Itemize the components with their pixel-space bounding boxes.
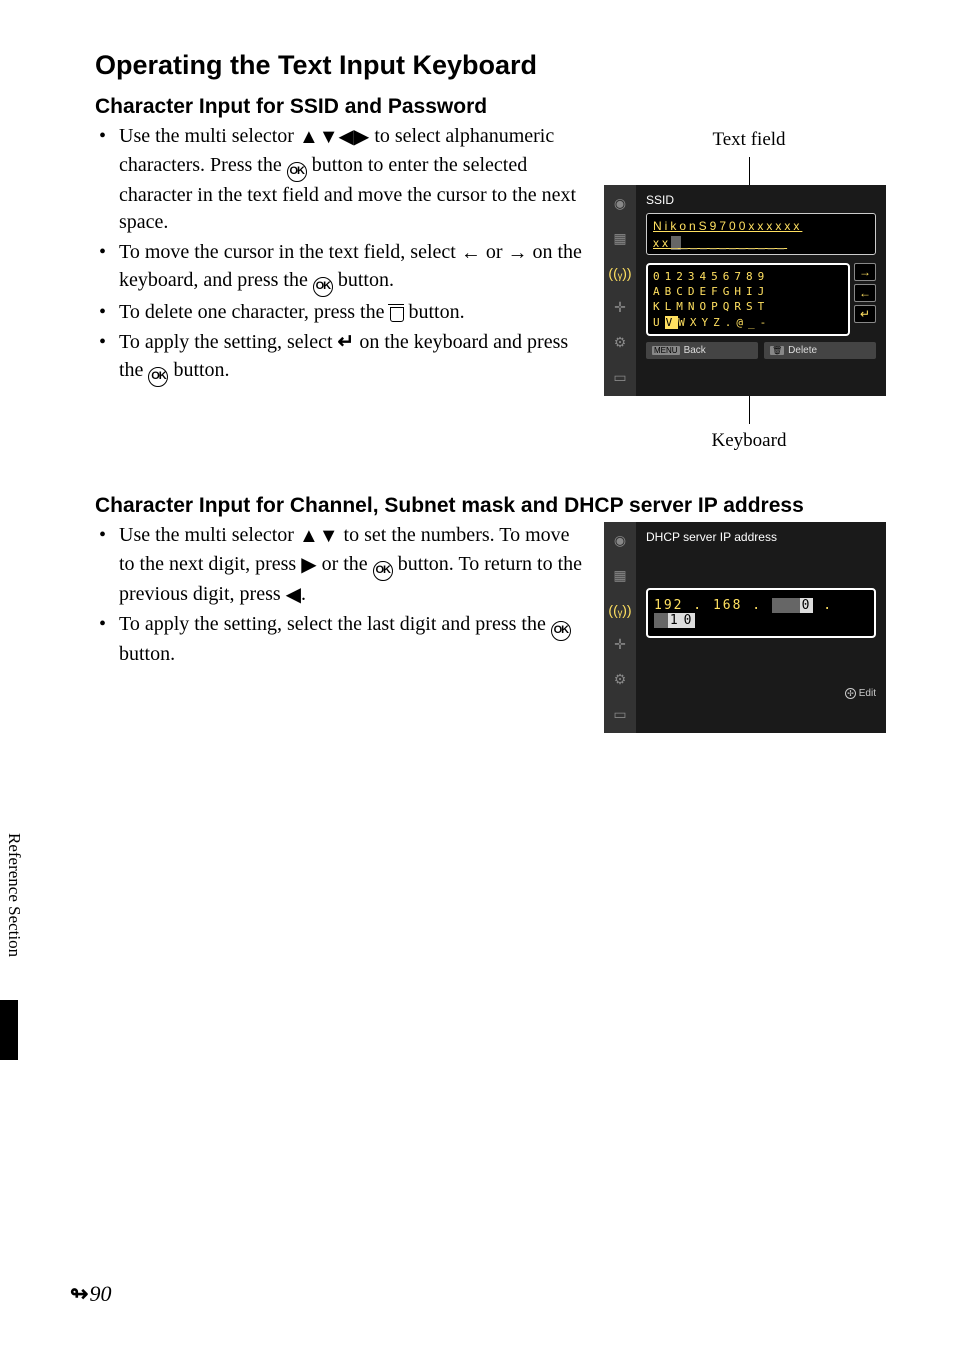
enter-icon: ↵ [338,329,355,357]
kbd-left-icon: ← [854,284,876,302]
kbd-enter-icon: ↵ [854,305,876,323]
ip-digit: 1 [668,613,682,628]
text-field: NikonS9700xxxxxx xx____________ [646,213,876,255]
ok-button-icon: OK [373,561,393,581]
up-down-left-right-icon: ▲▼◀▶ [299,124,369,152]
section1-title: Character Input for SSID and Password [95,95,894,119]
ok-button-icon: OK [148,367,168,387]
screen-title: SSID [646,193,876,207]
section2-title: Character Input for Channel, Subnet mask… [95,494,894,518]
ip-digit-active: 0 [800,598,814,613]
list-item: Use the multi selector ▲▼◀▶ to select al… [95,123,586,237]
setup-icon: ⚙ [614,334,627,351]
setup-icon: ⚙ [614,671,627,688]
page-heading: Operating the Text Input Keyboard [95,50,894,81]
camera-screen-ssid: ◉ ▦ ((ᵧ)) ✛ ⚙ ▭ SSID NikonS9700xxxxxx xx… [604,185,886,396]
side-tab-label: Reference Section [4,833,24,957]
mode-icon-strip: ◉ ▦ ((ᵧ)) ✛ ⚙ ▭ [604,185,636,396]
page-number: ↬90 [70,1281,111,1307]
side-tab: Reference Section [0,770,28,1020]
ip-digit [772,598,786,613]
video-icon: ▦ [613,567,626,584]
video-icon: ▦ [613,230,626,247]
reference-link-icon: ↬ [70,1281,85,1307]
wifi-icon: ((ᵧ)) [608,265,631,281]
selector-icon: ✢ [845,688,856,699]
keyboard-arrows: → ← ↵ [854,263,876,337]
left-arrow-icon: ← [461,240,481,268]
delete-button: 🗑Delete [764,342,876,359]
back-button: MENUBack [646,342,758,359]
up-down-icon: ▲▼ [299,523,339,551]
pointer-line [749,396,750,424]
ip-digit [654,613,668,628]
screen-title: DHCP server IP address [646,530,876,544]
ok-button-icon: OK [551,621,571,641]
left-triangle-icon: ◀ [286,582,301,610]
ok-button-icon: OK [313,277,333,297]
gps-icon: ✛ [614,299,626,316]
camera-icon: ◉ [614,532,626,549]
figure-label-bottom: Keyboard [604,430,894,452]
list-item: Use the multi selector ▲▼ to set the num… [95,522,586,609]
right-arrow-icon: → [508,240,528,268]
list-item: To apply the setting, select ↵ on the ke… [95,329,586,387]
battery-icon: ▭ [613,706,626,723]
right-triangle-icon: ▶ [301,552,316,580]
onscreen-keyboard: 0123456789 ABCDEFGHIJ KLMNOPQRST UVWXYZ.… [646,263,850,337]
ip-digit: 0 [682,613,696,628]
wifi-icon: ((ᵧ)) [608,602,631,618]
list-item: To delete one character, press the butto… [95,299,586,327]
trash-icon [389,304,403,320]
ip-input-field: 192 . 168 . 0 . 10 [646,588,876,638]
list-item: To move the cursor in the text field, se… [95,239,586,298]
pointer-line [749,157,750,185]
menu-icon: MENU [652,346,680,355]
camera-icon: ◉ [614,195,626,212]
figure-label-top: Text field [604,129,894,151]
list-item: To apply the setting, select the last di… [95,611,586,669]
kbd-right-icon: → [854,263,876,281]
trash-mini-icon: 🗑 [770,346,784,355]
ok-button-icon: OK [287,162,307,182]
side-tab-marker [0,1000,18,1060]
camera-screen-dhcp: ◉ ▦ ((ᵧ)) ✛ ⚙ ▭ DHCP server IP address 1… [604,522,886,733]
edit-hint: ✢ Edit [646,688,876,699]
selected-key: V [665,316,679,329]
ip-digit [786,598,800,613]
mode-icon-strip: ◉ ▦ ((ᵧ)) ✛ ⚙ ▭ [604,522,636,733]
battery-icon: ▭ [613,369,626,386]
gps-icon: ✛ [614,636,626,653]
